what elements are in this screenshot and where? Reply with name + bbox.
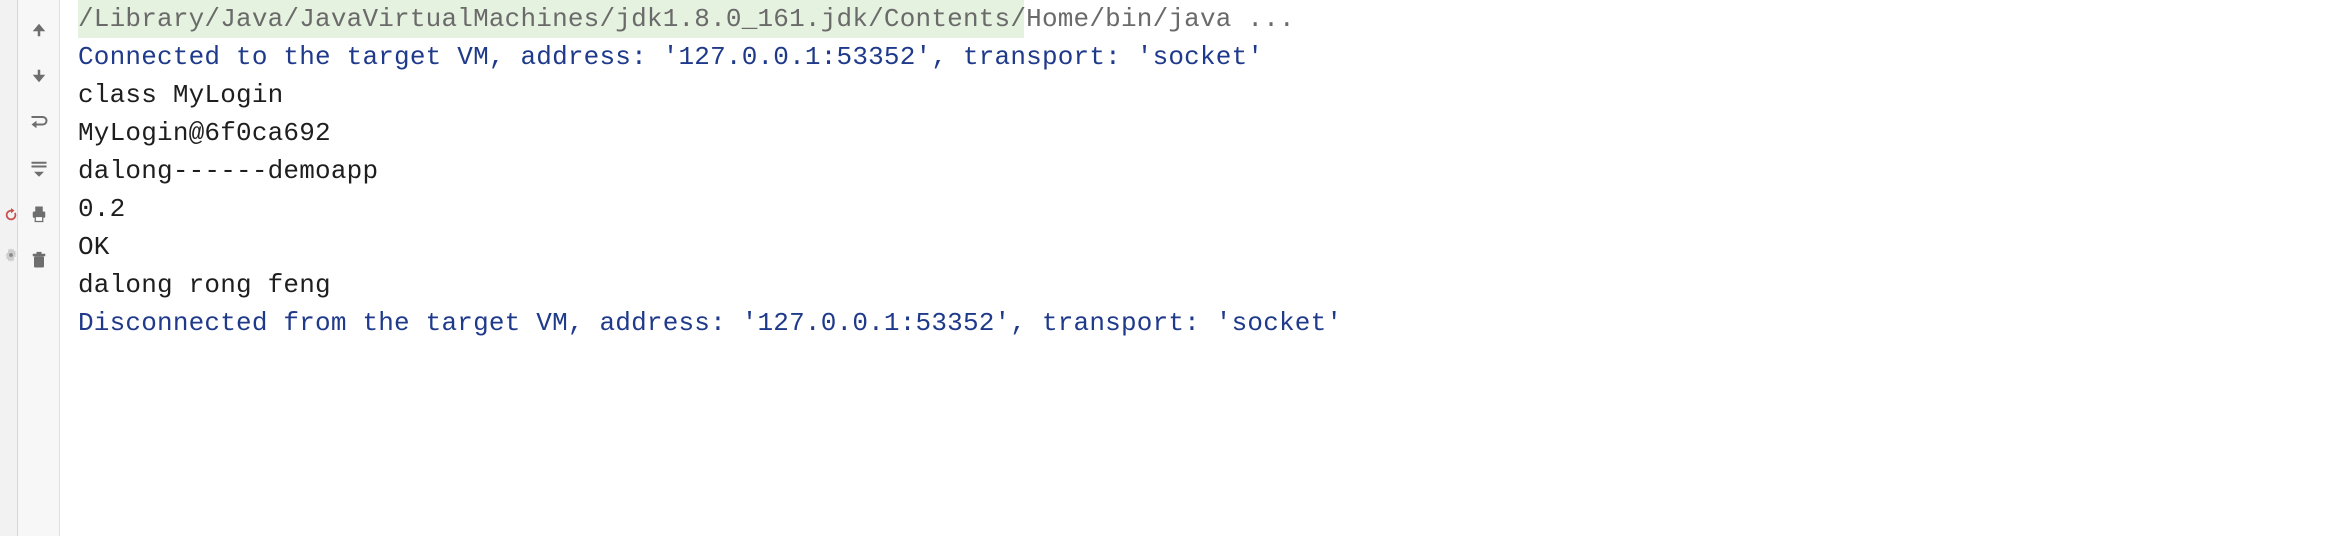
restart-icon[interactable] (4, 200, 14, 210)
console-toolbar (18, 0, 60, 536)
console-line: Connected to the target VM, address: '12… (78, 38, 2330, 76)
trash-icon[interactable] (25, 246, 53, 274)
console-line: dalong------demoapp (78, 152, 2330, 190)
console-output[interactable]: /Library/Java/JavaVirtualMachines/jdk1.8… (60, 0, 2330, 536)
gutter-strip (0, 0, 18, 536)
up-arrow-icon[interactable] (25, 16, 53, 44)
down-arrow-icon[interactable] (25, 62, 53, 90)
console-line: dalong rong feng (78, 266, 2330, 304)
console-line: 0.2 (78, 190, 2330, 228)
console-line: class MyLogin (78, 76, 2330, 114)
console-line: OK (78, 228, 2330, 266)
console-line: /Library/Java/JavaVirtualMachines/jdk1.8… (78, 0, 2330, 38)
soft-wrap-icon[interactable] (25, 108, 53, 136)
console-line: MyLogin@6f0ca692 (78, 114, 2330, 152)
print-icon[interactable] (25, 200, 53, 228)
gear-icon[interactable] (4, 240, 14, 250)
console-line: Disconnected from the target VM, address… (78, 304, 2330, 342)
console-panel: /Library/Java/JavaVirtualMachines/jdk1.8… (0, 0, 2330, 536)
scroll-to-end-icon[interactable] (25, 154, 53, 182)
